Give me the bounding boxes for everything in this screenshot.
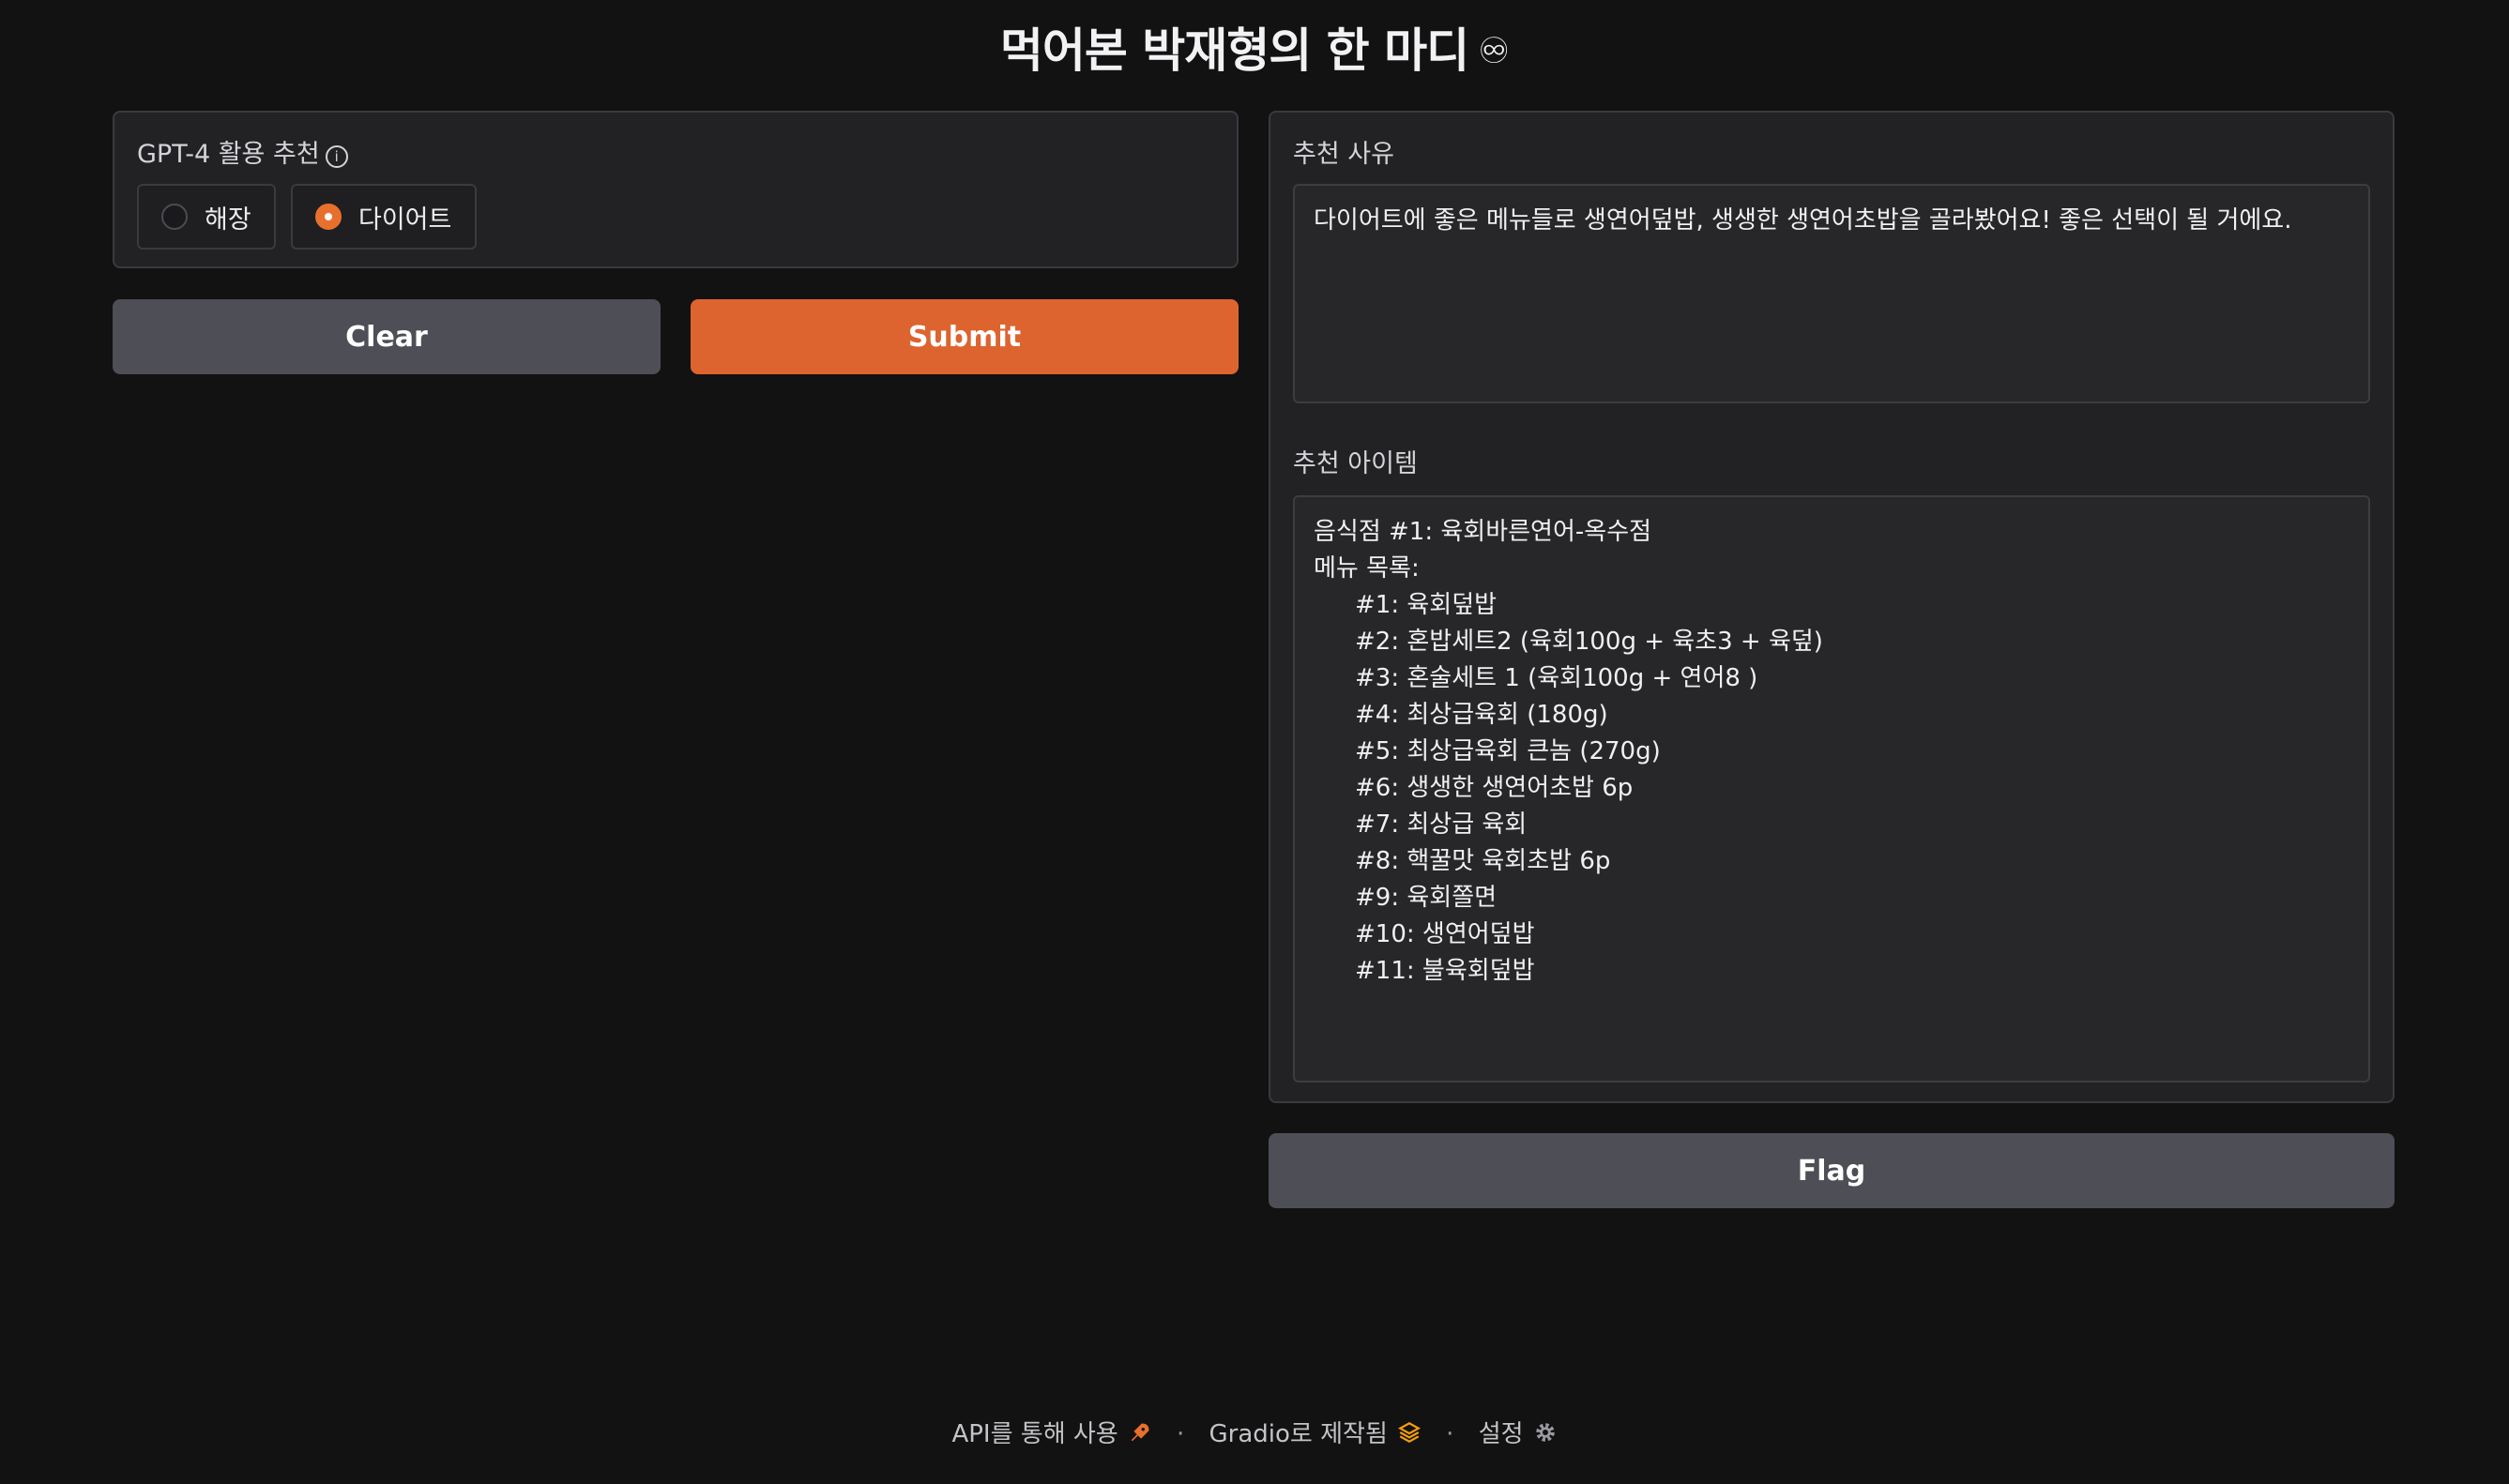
settings-link[interactable]: 설정: [1479, 1420, 1558, 1448]
radio-option-label: 해장: [205, 204, 251, 235]
rocket-icon: [1128, 1420, 1152, 1451]
footer: API를 통해 사용 · Gradio로 제작됨 · 설정: [0, 1415, 2509, 1451]
gradio-logo-icon: [1397, 1420, 1422, 1451]
page-title-text: 먹어본 박재형의 한 마디: [999, 23, 1469, 78]
radio-group-label: GPT-4 활용 추천 i: [137, 133, 348, 170]
radio-option-haejang[interactable]: 해장: [137, 184, 276, 250]
radio-group-label-text: GPT-4 활용 추천: [137, 140, 320, 169]
items-textbox[interactable]: 음식점 #1: 육회바른연어-옥수점 메뉴 목록: #1: 육회덮밥 #2: 혼…: [1293, 495, 2370, 1083]
footer-separator: ·: [1446, 1420, 1454, 1448]
menu-item: #11: 불육회덮밥: [1355, 957, 1535, 985]
footer-separator: ·: [1177, 1420, 1185, 1448]
clear-button[interactable]: Clear: [113, 299, 661, 374]
menu-item: #9: 육회쫄면: [1355, 884, 1498, 912]
api-link[interactable]: API를 통해 사용: [951, 1420, 1160, 1448]
menu-item: #3: 혼술세트 1 (육회100g + 연어8 ): [1355, 664, 1758, 692]
radio-button-checked[interactable]: [315, 204, 342, 230]
menu-item: #4: 최상급육회 (180g): [1355, 701, 1608, 729]
infinity-glasses-icon: ♾: [1478, 30, 1510, 71]
menu-item: #1: 육회덮밥: [1355, 591, 1498, 619]
menu-item: #6: 생생한 생연어초밥 6p: [1355, 774, 1634, 802]
menu-item: #7: 최상급 육회: [1355, 810, 1528, 839]
gradio-link[interactable]: Gradio로 제작됨: [1209, 1420, 1430, 1448]
info-icon[interactable]: i: [325, 145, 348, 168]
menu-item: #5: 최상급육회 큰놈 (270g): [1355, 737, 1661, 765]
radio-option-diet[interactable]: 다이어트: [291, 184, 477, 250]
menu-item: #8: 핵꿀맛 육회초밥 6p: [1355, 847, 1611, 875]
api-link-text: API를 통해 사용: [951, 1420, 1118, 1448]
menu-item: #2: 혼밥세트2 (육회100g + 육초3 + 육덮): [1355, 628, 1823, 656]
items-label: 추천 아이템: [1293, 449, 1418, 478]
gradio-link-text: Gradio로 제작됨: [1209, 1420, 1388, 1448]
reason-textbox[interactable]: 다이어트에 좋은 메뉴들로 생연어덮밥, 생생한 생연어초밥을 골라봤어요! 좋…: [1293, 184, 2370, 403]
radio-option-label: 다이어트: [358, 204, 452, 235]
page-title: 먹어본 박재형의 한 마디 ♾: [0, 13, 2509, 81]
submit-button[interactable]: Submit: [691, 299, 1239, 374]
gear-icon: [1533, 1420, 1558, 1451]
menu-item: #10: 생연어덮밥: [1355, 920, 1535, 948]
flag-button[interactable]: Flag: [1269, 1133, 2395, 1208]
menu-header: 메뉴 목록:: [1314, 554, 1420, 583]
settings-link-text: 설정: [1478, 1420, 1524, 1448]
radio-button-unchecked[interactable]: [161, 204, 188, 230]
restaurant-line: 음식점 #1: 육회바른연어-옥수점: [1314, 518, 1652, 546]
output-panel: 추천 사유 다이어트에 좋은 메뉴들로 생연어덮밥, 생생한 생연어초밥을 골라…: [1269, 111, 2395, 1103]
reason-label: 추천 사유: [1293, 140, 1394, 169]
reason-text: 다이어트에 좋은 메뉴들로 생연어덮밥, 생생한 생연어초밥을 골라봤어요! 좋…: [1314, 206, 2292, 235]
app-page: 먹어본 박재형의 한 마디 ♾ GPT-4 활용 추천 i 해장 다이어트 Clea…: [0, 0, 2509, 1484]
input-panel: GPT-4 활용 추천 i 해장 다이어트: [113, 111, 1239, 268]
